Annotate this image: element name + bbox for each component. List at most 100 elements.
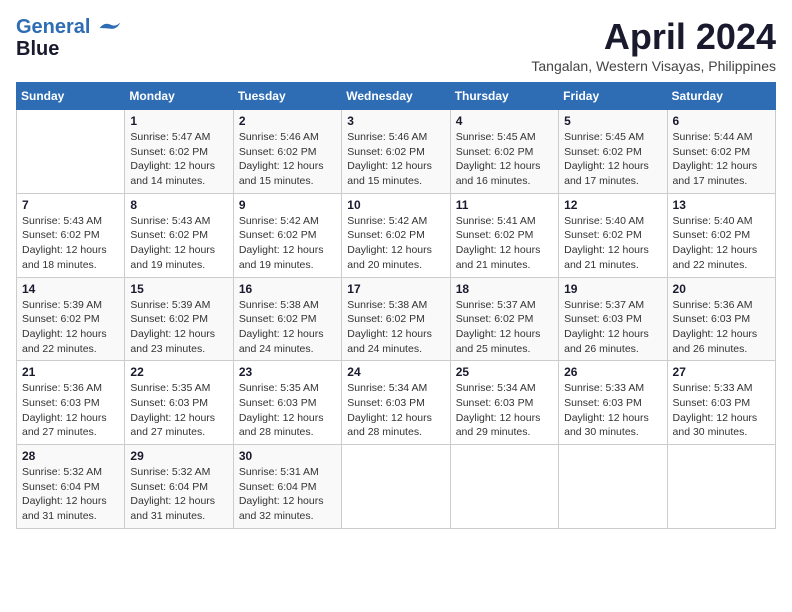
week-row-5: 28 Sunrise: 5:32 AMSunset: 6:04 PMDayligh… — [17, 445, 776, 529]
calendar-cell: 20 Sunrise: 5:36 AMSunset: 6:03 PMDayligh… — [667, 277, 775, 361]
day-number: 9 — [239, 198, 336, 212]
calendar-cell — [559, 445, 667, 529]
calendar-cell: 17Sunrise: 5:38 AMSunset: 6:02 PMDayligh… — [342, 277, 450, 361]
day-number: 11 — [456, 198, 553, 212]
calendar-cell: 4Sunrise: 5:45 AMSunset: 6:02 PMDaylight… — [450, 110, 558, 194]
day-detail: Sunrise: 5:42 AMSunset: 6:02 PMDaylight:… — [239, 214, 336, 273]
day-number: 21 — [22, 365, 119, 379]
logo: General Blue — [16, 16, 122, 61]
day-number: 16 — [239, 282, 336, 296]
day-detail: Sunrise: 5:36 AMSunset: 6:03 PMDaylight:… — [673, 298, 770, 357]
calendar-cell: 23 Sunrise: 5:35 AMSunset: 6:03 PMDayligh… — [233, 361, 341, 445]
day-detail: Sunrise: 5:34 AMSunset: 6:03 PMDaylight:… — [347, 381, 444, 440]
day-detail: Sunrise: 5:46 AMSunset: 6:02 PMDaylight:… — [239, 130, 336, 189]
day-number: 18 — [456, 282, 553, 296]
calendar-cell — [450, 445, 558, 529]
day-detail: Sunrise: 5:32 AMSunset: 6:04 PMDaylight:… — [130, 465, 227, 524]
day-detail: Sunrise: 5:37 AMSunset: 6:02 PMDaylight:… — [456, 298, 553, 357]
day-number: 5 — [564, 114, 661, 128]
day-detail: Sunrise: 5:33 AMSunset: 6:03 PMDaylight:… — [564, 381, 661, 440]
day-number: 19 — [564, 282, 661, 296]
day-detail: Sunrise: 5:33 AMSunset: 6:03 PMDaylight:… — [673, 381, 770, 440]
weekday-header-tuesday: Tuesday — [233, 83, 341, 110]
day-detail: Sunrise: 5:37 AMSunset: 6:03 PMDaylight:… — [564, 298, 661, 357]
calendar-cell — [342, 445, 450, 529]
day-detail: Sunrise: 5:32 AMSunset: 6:04 PMDaylight:… — [22, 465, 119, 524]
weekday-header-friday: Friday — [559, 83, 667, 110]
weekday-header-saturday: Saturday — [667, 83, 775, 110]
calendar-cell: 21 Sunrise: 5:36 AMSunset: 6:03 PMDayligh… — [17, 361, 125, 445]
day-detail: Sunrise: 5:35 AMSunset: 6:03 PMDaylight:… — [239, 381, 336, 440]
logo-general: General — [16, 16, 90, 38]
day-detail: Sunrise: 5:45 AMSunset: 6:02 PMDaylight:… — [564, 130, 661, 189]
day-number: 25 — [456, 365, 553, 379]
calendar-cell: 19 Sunrise: 5:37 AMSunset: 6:03 PMDayligh… — [559, 277, 667, 361]
calendar-cell: 12 Sunrise: 5:40 AMSunset: 6:02 PMDayligh… — [559, 193, 667, 277]
day-number: 24 — [347, 365, 444, 379]
day-detail: Sunrise: 5:42 AMSunset: 6:02 PMDaylight:… — [347, 214, 444, 273]
logo-bird-icon — [98, 18, 122, 38]
page-header: General Blue April 2024 Tangalan, Wester… — [16, 16, 776, 74]
calendar-cell — [17, 110, 125, 194]
calendar-cell: 15Sunrise: 5:39 AMSunset: 6:02 PMDayligh… — [125, 277, 233, 361]
calendar-cell: 14 Sunrise: 5:39 AMSunset: 6:02 PMDayligh… — [17, 277, 125, 361]
week-row-4: 21 Sunrise: 5:36 AMSunset: 6:03 PMDayligh… — [17, 361, 776, 445]
calendar-cell: 3 Sunrise: 5:46 AMSunset: 6:02 PMDaylight… — [342, 110, 450, 194]
day-detail: Sunrise: 5:39 AMSunset: 6:02 PMDaylight:… — [130, 298, 227, 357]
day-number: 30 — [239, 449, 336, 463]
day-detail: Sunrise: 5:45 AMSunset: 6:02 PMDaylight:… — [456, 130, 553, 189]
weekday-header-wednesday: Wednesday — [342, 83, 450, 110]
day-detail: Sunrise: 5:41 AMSunset: 6:02 PMDaylight:… — [456, 214, 553, 273]
calendar-cell: 29Sunrise: 5:32 AMSunset: 6:04 PMDayligh… — [125, 445, 233, 529]
day-number: 3 — [347, 114, 444, 128]
day-detail: Sunrise: 5:34 AMSunset: 6:03 PMDaylight:… — [456, 381, 553, 440]
day-number: 12 — [564, 198, 661, 212]
title-block: April 2024 Tangalan, Western Visayas, Ph… — [531, 16, 776, 74]
day-detail: Sunrise: 5:31 AMSunset: 6:04 PMDaylight:… — [239, 465, 336, 524]
day-number: 13 — [673, 198, 770, 212]
calendar-cell: 16Sunrise: 5:38 AMSunset: 6:02 PMDayligh… — [233, 277, 341, 361]
day-detail: Sunrise: 5:43 AMSunset: 6:02 PMDaylight:… — [22, 214, 119, 273]
calendar-cell: 22 Sunrise: 5:35 AMSunset: 6:03 PMDayligh… — [125, 361, 233, 445]
calendar-cell: 24 Sunrise: 5:34 AMSunset: 6:03 PMDayligh… — [342, 361, 450, 445]
day-number: 14 — [22, 282, 119, 296]
day-detail: Sunrise: 5:44 AMSunset: 6:02 PMDaylight:… — [673, 130, 770, 189]
day-number: 22 — [130, 365, 227, 379]
day-detail: Sunrise: 5:40 AMSunset: 6:02 PMDaylight:… — [564, 214, 661, 273]
day-detail: Sunrise: 5:38 AMSunset: 6:02 PMDaylight:… — [347, 298, 444, 357]
calendar-cell: 2Sunrise: 5:46 AMSunset: 6:02 PMDaylight… — [233, 110, 341, 194]
calendar-cell: 9 Sunrise: 5:42 AMSunset: 6:02 PMDaylight… — [233, 193, 341, 277]
calendar-cell: 30 Sunrise: 5:31 AMSunset: 6:04 PMDayligh… — [233, 445, 341, 529]
calendar-cell: 6 Sunrise: 5:44 AMSunset: 6:02 PMDaylight… — [667, 110, 775, 194]
day-detail: Sunrise: 5:36 AMSunset: 6:03 PMDaylight:… — [22, 381, 119, 440]
day-number: 1 — [130, 114, 227, 128]
weekday-header-thursday: Thursday — [450, 83, 558, 110]
calendar-cell: 1 Sunrise: 5:47 AMSunset: 6:02 PMDaylight… — [125, 110, 233, 194]
day-number: 23 — [239, 365, 336, 379]
day-detail: Sunrise: 5:35 AMSunset: 6:03 PMDaylight:… — [130, 381, 227, 440]
calendar-cell — [667, 445, 775, 529]
logo-blue: Blue — [16, 38, 122, 61]
week-row-2: 7Sunrise: 5:43 AMSunset: 6:02 PMDaylight… — [17, 193, 776, 277]
day-number: 8 — [130, 198, 227, 212]
day-detail: Sunrise: 5:40 AMSunset: 6:02 PMDaylight:… — [673, 214, 770, 273]
calendar-cell: 27 Sunrise: 5:33 AMSunset: 6:03 PMDayligh… — [667, 361, 775, 445]
day-detail: Sunrise: 5:39 AMSunset: 6:02 PMDaylight:… — [22, 298, 119, 357]
month-title: April 2024 — [531, 16, 776, 58]
day-detail: Sunrise: 5:46 AMSunset: 6:02 PMDaylight:… — [347, 130, 444, 189]
calendar-cell: 25 Sunrise: 5:34 AMSunset: 6:03 PMDayligh… — [450, 361, 558, 445]
calendar-cell: 28 Sunrise: 5:32 AMSunset: 6:04 PMDayligh… — [17, 445, 125, 529]
day-detail: Sunrise: 5:47 AMSunset: 6:02 PMDaylight:… — [130, 130, 227, 189]
day-number: 6 — [673, 114, 770, 128]
day-number: 27 — [673, 365, 770, 379]
weekday-header-row: SundayMondayTuesdayWednesdayThursdayFrid… — [17, 83, 776, 110]
day-number: 26 — [564, 365, 661, 379]
day-number: 28 — [22, 449, 119, 463]
calendar-cell: 5 Sunrise: 5:45 AMSunset: 6:02 PMDaylight… — [559, 110, 667, 194]
day-detail: Sunrise: 5:43 AMSunset: 6:02 PMDaylight:… — [130, 214, 227, 273]
weekday-header-sunday: Sunday — [17, 83, 125, 110]
week-row-3: 14 Sunrise: 5:39 AMSunset: 6:02 PMDayligh… — [17, 277, 776, 361]
weekday-header-monday: Monday — [125, 83, 233, 110]
day-number: 20 — [673, 282, 770, 296]
calendar-cell: 26 Sunrise: 5:33 AMSunset: 6:03 PMDayligh… — [559, 361, 667, 445]
